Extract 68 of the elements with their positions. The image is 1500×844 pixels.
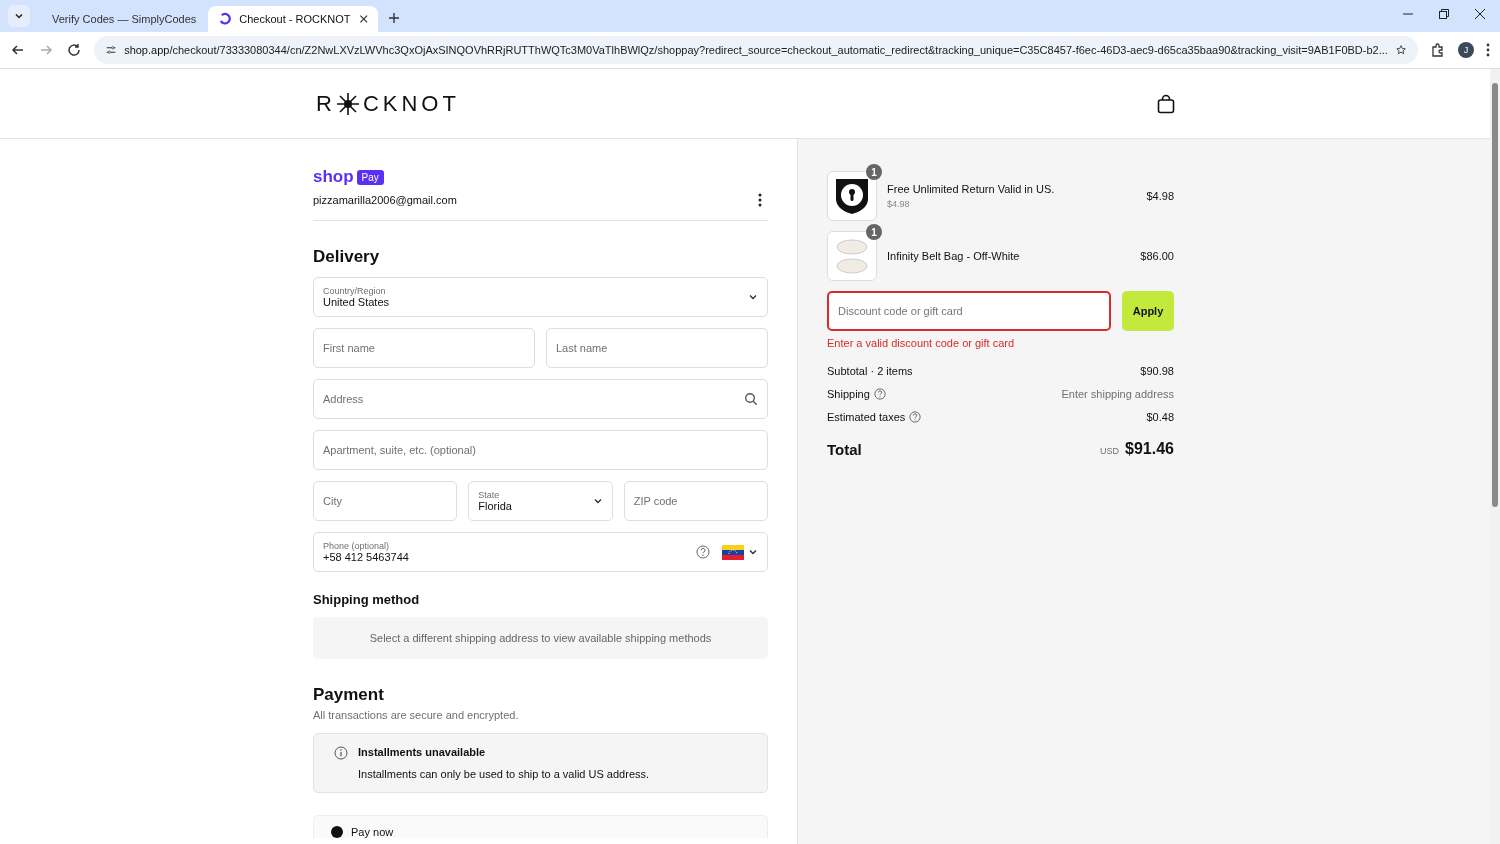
total-amount: $91.46 [1125, 440, 1174, 458]
browser-tab[interactable]: Checkout - ROCKNOT [208, 6, 378, 32]
phone-field[interactable]: Phone (optional) +58 412 5463744 [313, 532, 768, 572]
apply-button[interactable]: Apply [1122, 291, 1174, 331]
discount-field[interactable]: Discount code or gift card [827, 291, 1111, 331]
account-email: pizzamarilla2006@gmail.com [313, 194, 457, 206]
flag-icon[interactable] [722, 544, 744, 560]
product-price: $4.98 [1146, 190, 1174, 202]
star-icon[interactable] [1395, 43, 1406, 57]
payment-subtitle: All transactions are secure and encrypted. [313, 709, 520, 721]
summary-value: $0.48 [1146, 411, 1174, 423]
search-icon [744, 392, 758, 406]
more-icon[interactable] [1486, 43, 1490, 57]
chevron-down-icon [592, 496, 603, 506]
notice-text: Installments can only be used to ship to a valid US address. [358, 768, 650, 780]
total-label: Total [827, 441, 862, 458]
site-settings-icon[interactable] [106, 43, 117, 57]
scrollbar[interactable] [1490, 69, 1500, 844]
restore-icon[interactable] [1438, 8, 1450, 20]
store-logo[interactable]: R CKNOT [316, 90, 460, 117]
product-price: $86.00 [1140, 250, 1174, 262]
info-icon [334, 746, 348, 760]
section-heading: Shipping method [313, 592, 421, 607]
logo-icon [218, 12, 232, 26]
close-icon[interactable] [1474, 8, 1486, 20]
input-field[interactable]: Last name [546, 328, 768, 368]
shopping-bag-icon[interactable] [1157, 93, 1175, 114]
shield-keyhole-icon [834, 177, 870, 215]
section-heading: Payment [313, 685, 385, 705]
tab-search-button[interactable] [8, 5, 30, 27]
input-field[interactable]: First name [313, 328, 535, 368]
notice-title: Installments unavailable [358, 746, 487, 758]
help-icon[interactable] [873, 388, 886, 400]
address-bar[interactable]: shop.app/checkout/73333080344/cn/Z2NwLXVzLWVhc3QxOjAxSINQOVhRRjRUTThWQTc3M0VaTlhBWlQz/shoppay?redirect_source=checkout_automatic_redirect&tracking_unique=C35C8457-f6ec-46D3-aec9-d65ca35baa90&tracking_visit=9AB1F0BD-b2... [94, 36, 1418, 64]
error-message: Enter a valid discount code or gift card [827, 337, 1016, 349]
summary-value: Enter shipping address [1061, 388, 1174, 400]
help-icon[interactable] [696, 545, 710, 559]
close-icon[interactable] [358, 14, 368, 24]
search-field[interactable]: Address [313, 379, 768, 419]
select-field[interactable]: State Florida [468, 481, 613, 521]
shipping-methods-notice: Select a different shipping address to view available shipping methods [313, 617, 768, 659]
payment-option[interactable]: Pay now [313, 815, 768, 838]
summary-value: $90.98 [1140, 365, 1174, 377]
chevron-down-icon [748, 292, 758, 302]
select-field[interactable]: Country/Region United States [313, 277, 768, 317]
shop-pay-logo: shop Pay [313, 167, 384, 187]
product-name: Infinity Belt Bag - Off-White [887, 250, 1021, 262]
quantity-badge: 1 [866, 224, 882, 240]
chevron-down-icon[interactable] [748, 547, 758, 557]
summary-label: Estimated taxes [827, 411, 906, 423]
help-icon[interactable] [909, 411, 922, 423]
unit-price: $4.98 [887, 199, 911, 209]
browser-tab[interactable]: Verify Codes — SimplyCodes [34, 6, 204, 32]
chevron-down-icon [14, 11, 24, 21]
input-field[interactable]: City [313, 481, 458, 521]
product-name: Free Unlimited Return Valid in US. [887, 183, 1056, 195]
summary-label: Subtotal · 2 items [827, 365, 913, 377]
quantity-badge: 1 [866, 164, 882, 180]
summary-label: Shipping [827, 388, 870, 400]
profile-avatar[interactable]: J [1458, 42, 1474, 58]
section-heading: Delivery [313, 247, 381, 267]
input-field[interactable]: Apartment, suite, etc. (optional) [313, 430, 768, 470]
more-icon[interactable] [758, 193, 762, 207]
currency-code: USD [1100, 446, 1120, 456]
reload-icon[interactable] [66, 42, 82, 58]
new-tab-icon[interactable] [388, 12, 400, 24]
extensions-icon[interactable] [1430, 42, 1446, 58]
input-field[interactable]: ZIP code [623, 481, 768, 521]
